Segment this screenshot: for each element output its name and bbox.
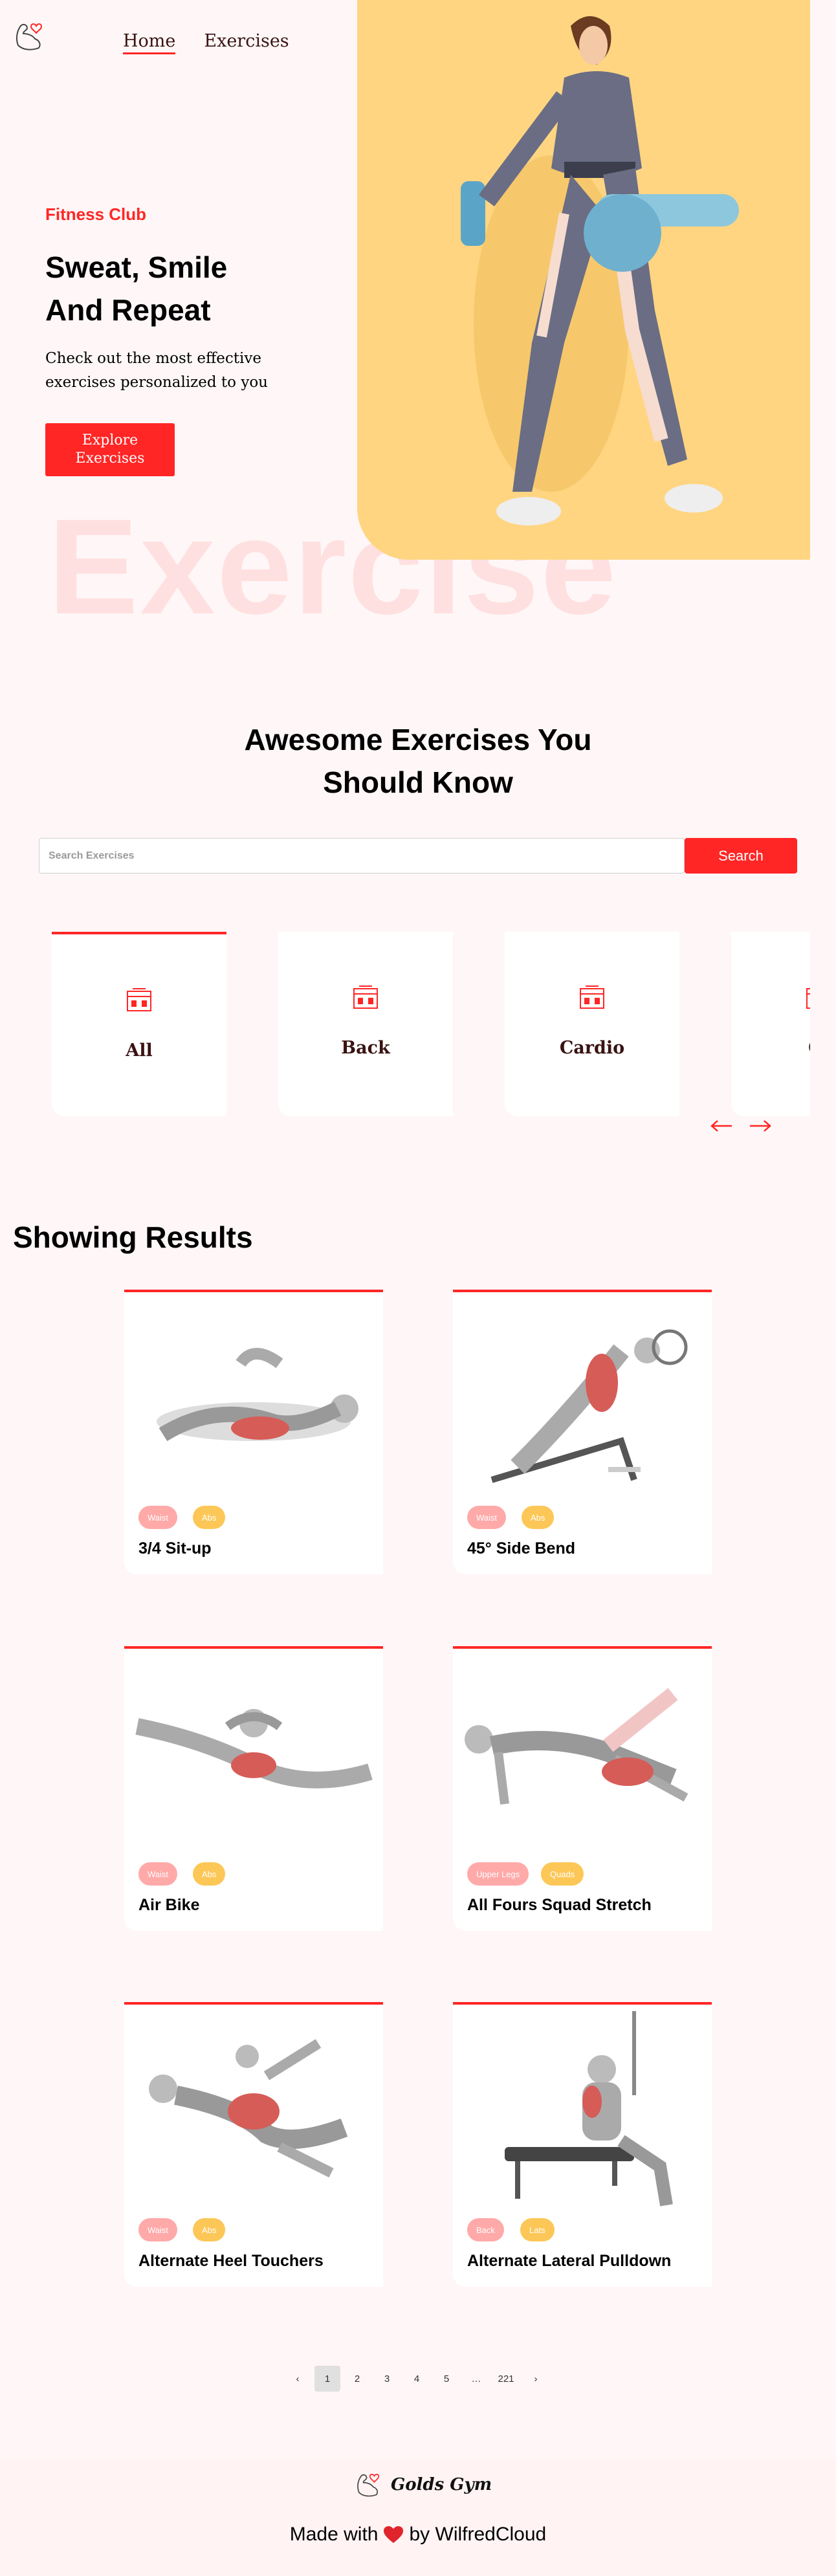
exercise-card[interactable]: Upper Legs Quads All Fours Squad Stretch xyxy=(453,1646,712,1931)
exercise-card[interactable]: Waist Abs Air Bike xyxy=(124,1646,383,1931)
exercise-name: All Fours Squad Stretch xyxy=(467,1896,652,1914)
footer: Golds Gym Made with by WilfredCloud xyxy=(0,2459,836,2576)
exercise-card[interactable]: Waist Abs 3/4 Sit-up xyxy=(124,1290,383,1574)
target-tag[interactable]: Abs xyxy=(193,2218,226,2241)
body-part-card-cardio[interactable]: Cardio xyxy=(505,932,679,1116)
body-part-tag[interactable]: Waist xyxy=(138,1506,178,1529)
page-ellipsis: … xyxy=(471,2373,481,2384)
exercise-image xyxy=(135,1709,373,1789)
search-button[interactable]: Search xyxy=(685,838,797,874)
body-part-card-chest[interactable]: Cl xyxy=(731,932,810,1116)
exercise-image xyxy=(490,1329,688,1483)
hero-kicker: Fitness Club xyxy=(45,204,147,224)
exercise-card[interactable]: Waist Abs 45° Side Bend xyxy=(453,1290,712,1574)
exercise-name: 45° Side Bend xyxy=(467,1539,575,1558)
exercises-section-title: Awesome Exercises You Should Know xyxy=(0,718,836,804)
exercise-card[interactable]: Back Lats Alternate Lateral Pulldown xyxy=(453,2002,712,2287)
exercise-name: Air Bike xyxy=(138,1896,200,1914)
exercise-image xyxy=(465,1688,688,1805)
exercise-image xyxy=(157,1348,358,1442)
page-button-4[interactable]: 4 xyxy=(404,2366,430,2392)
page-button-2[interactable]: 2 xyxy=(344,2366,370,2392)
target-tag[interactable]: Abs xyxy=(522,1506,555,1529)
target-tag[interactable]: Lats xyxy=(520,2218,555,2241)
pagination: ‹ 1 2 3 4 5 … 221 › xyxy=(285,2366,549,2392)
page-button-3[interactable]: 3 xyxy=(374,2366,400,2392)
page-button-last[interactable]: 221 xyxy=(493,2366,519,2392)
body-part-label: All xyxy=(126,1040,153,1061)
exercise-card[interactable]: Waist Abs Alternate Heel Touchers xyxy=(124,2002,383,2287)
target-tag[interactable]: Abs xyxy=(193,1506,226,1529)
footer-made-prefix: Made with xyxy=(289,2524,379,2545)
body-part-label: Cl xyxy=(808,1038,810,1058)
target-tag[interactable]: Quads xyxy=(541,1862,584,1886)
hero-title: Sweat, Smile And Repeat xyxy=(45,250,228,327)
gym-logo-icon[interactable] xyxy=(13,19,47,53)
hero-subtitle: Check out the most effective exercises p… xyxy=(45,350,268,391)
target-tag[interactable]: Abs xyxy=(193,1862,226,1886)
explore-exercises-button[interactable]: Explore Exercises xyxy=(45,423,175,476)
gym-icon xyxy=(806,988,810,1009)
exercise-name: Alternate Heel Touchers xyxy=(138,2252,324,2270)
gym-icon xyxy=(580,985,604,1009)
body-part-card-back[interactable]: Back xyxy=(278,932,453,1116)
body-part-tag[interactable]: Back xyxy=(467,2218,504,2241)
body-part-card-all[interactable]: All xyxy=(52,932,226,1116)
exercise-name: Alternate Lateral Pulldown xyxy=(467,2252,672,2270)
gym-icon xyxy=(127,988,151,1011)
page-button-1[interactable]: 1 xyxy=(314,2366,340,2392)
body-part-tag[interactable]: Waist xyxy=(467,1506,507,1529)
body-part-label: Back xyxy=(341,1038,390,1058)
page-button-5[interactable]: 5 xyxy=(434,2366,459,2392)
prev-page-button[interactable]: ‹ xyxy=(285,2366,311,2392)
body-part-tag[interactable]: Waist xyxy=(138,1862,178,1886)
main-nav: Home Exercises xyxy=(123,31,289,54)
arrow-left-icon[interactable] xyxy=(710,1118,733,1134)
gym-logo-icon xyxy=(357,2474,380,2497)
body-part-tag[interactable]: Upper Legs xyxy=(467,1862,529,1886)
exercise-image xyxy=(505,2011,673,2207)
footer-logo: Golds Gym xyxy=(353,2471,492,2499)
exercises-section-title-text: Awesome Exercises You Should Know xyxy=(244,723,592,799)
results-title: Showing Results xyxy=(13,1220,253,1254)
woman-walking-illustration xyxy=(461,16,739,525)
nav-home-link[interactable]: Home xyxy=(123,31,176,54)
body-part-carousel: All Back Cardio Cl xyxy=(52,932,810,1119)
next-page-button[interactable]: › xyxy=(523,2366,549,2392)
heart-icon xyxy=(384,2526,404,2543)
arrow-right-icon[interactable] xyxy=(749,1118,772,1134)
body-part-label: Cardio xyxy=(559,1038,625,1058)
gym-icon xyxy=(353,985,378,1009)
search-exercises-input[interactable] xyxy=(39,838,685,874)
exercise-image xyxy=(149,2039,348,2178)
hero-banner-image xyxy=(357,0,810,560)
footer-made-suffix: by WilfredCloud xyxy=(409,2524,547,2545)
footer-brand: Golds Gym xyxy=(391,2475,492,2494)
body-part-tag[interactable]: Waist xyxy=(138,2218,178,2241)
exercise-name: 3/4 Sit-up xyxy=(138,1539,212,1558)
footer-credit: Made with by WilfredCloud xyxy=(0,2524,836,2546)
nav-exercises-link[interactable]: Exercises xyxy=(204,31,289,54)
